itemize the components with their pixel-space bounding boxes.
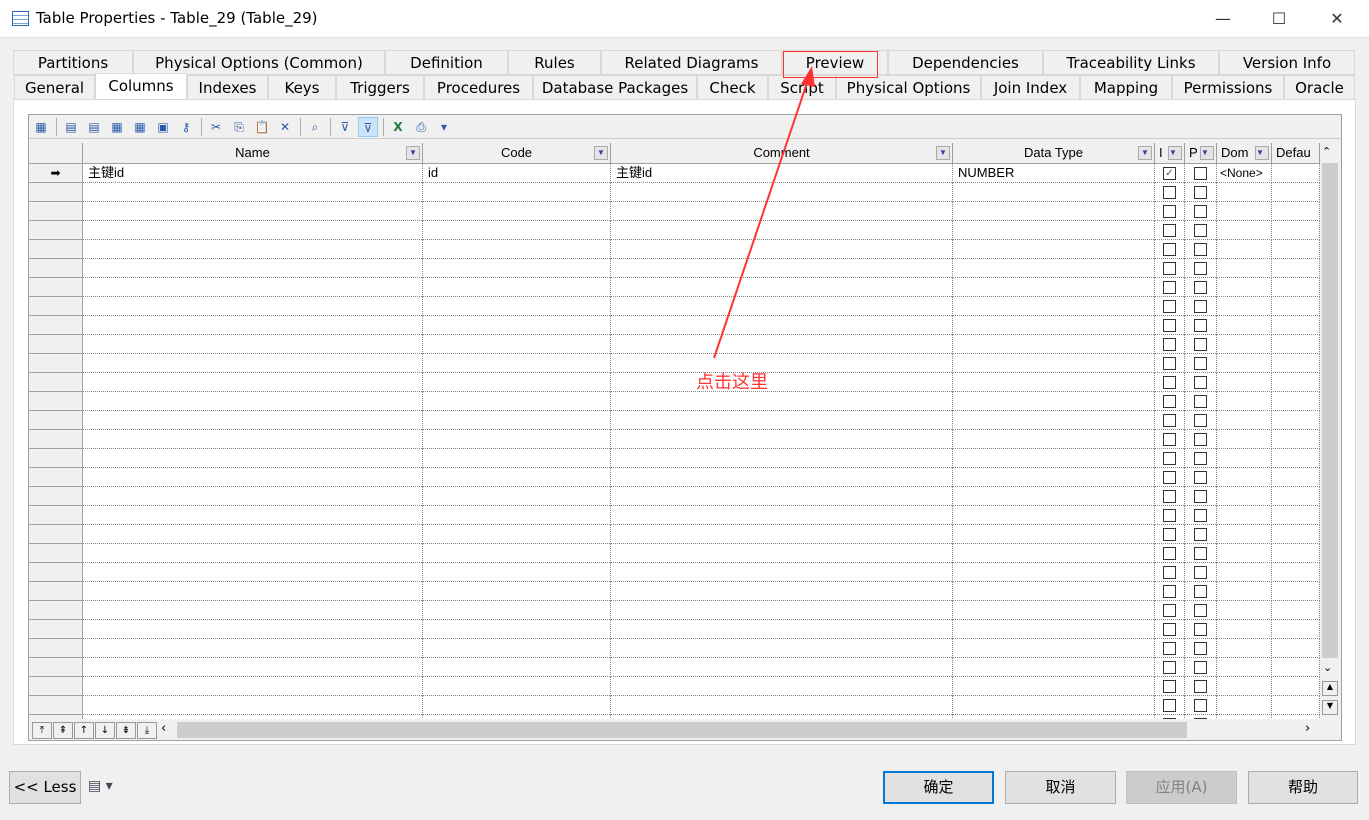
annotation-arrow [713, 66, 815, 359]
less-button[interactable]: << Less [9, 771, 81, 804]
help-button[interactable]: 帮助 [1248, 771, 1358, 804]
apply-button: 应用(A) [1126, 771, 1237, 804]
print-options-icon[interactable]: ▤ ▾ [88, 778, 113, 794]
cancel-button[interactable]: 取消 [1005, 771, 1116, 804]
annotation-text: 点击这里 [696, 372, 768, 393]
ok-button[interactable]: 确定 [883, 771, 994, 804]
